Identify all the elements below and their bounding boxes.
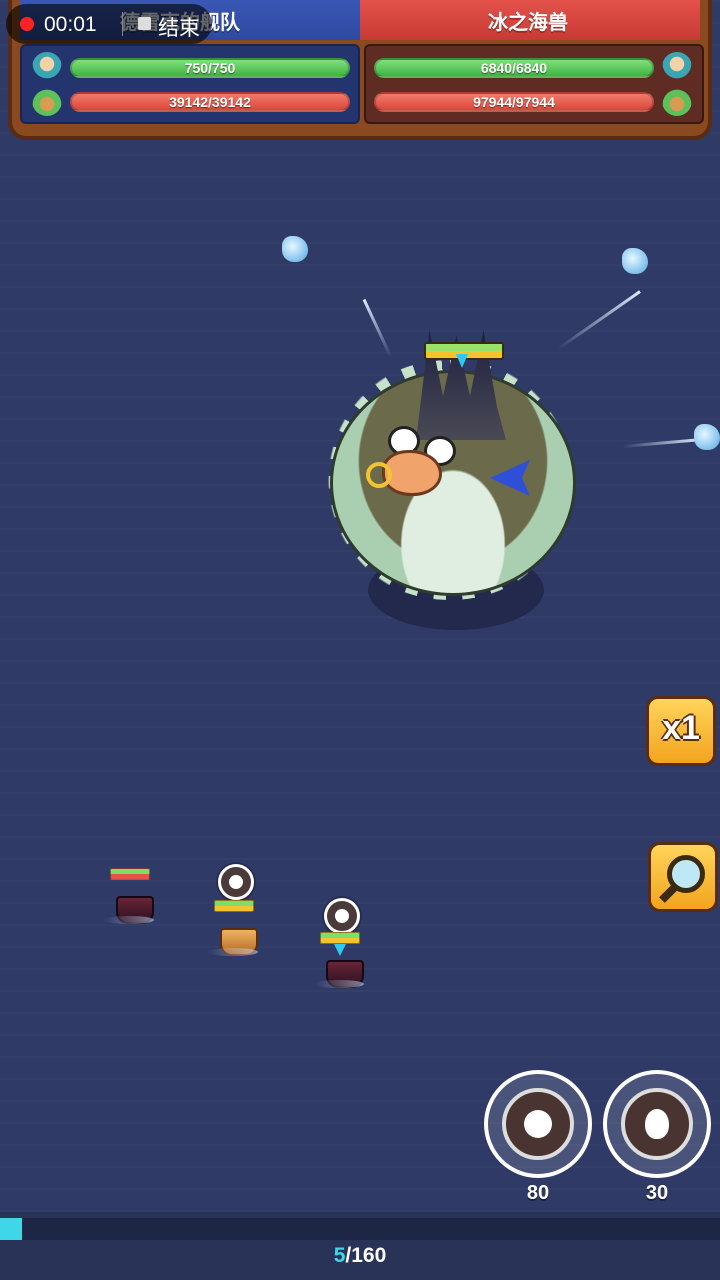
screen-recording-pill[interactable]: 00:01 结束 (6, 4, 212, 44)
fish-skill-cost: 80 (526, 1182, 550, 1204)
right-team-panel: 6840/6840 97944/97944 (364, 44, 704, 124)
stop-icon[interactable] (138, 17, 151, 30)
player-ship[interactable] (104, 868, 154, 926)
divider (122, 12, 123, 36)
wave-counter: 5/160 (0, 1244, 720, 1268)
speed-label: x1 (662, 709, 700, 747)
egg-skill-button[interactable] (603, 1070, 711, 1178)
speed-toggle-button[interactable]: x1 (646, 696, 716, 766)
ice-shard-icon (282, 236, 308, 262)
fish-skill-button[interactable] (484, 1070, 592, 1178)
wave-progress-area: 5/160 (0, 1212, 720, 1280)
record-dot-icon (20, 17, 34, 31)
left-team-panel: 750/750 39142/39142 (20, 44, 360, 124)
egg-skill-cost: 30 (645, 1182, 669, 1204)
ship-icon (662, 86, 692, 116)
wave-total: /160 (345, 1244, 387, 1267)
wave-progress-track (0, 1218, 720, 1240)
left-crew-hp-text: 750/750 (184, 60, 236, 76)
ship-skill-icon (324, 898, 360, 934)
right-crew-hp-text: 6840/6840 (480, 60, 548, 76)
ship-wake (208, 948, 258, 956)
right-crew-hp-bar: 6840/6840 (374, 58, 654, 78)
ship-wake (104, 916, 154, 924)
wave-progress-fill (0, 1218, 23, 1240)
ice-shard-icon (694, 424, 720, 450)
monster-nose-ring (366, 462, 392, 488)
ship-hp-bar (214, 900, 254, 912)
egg-skill-icon (645, 1109, 669, 1139)
left-ship-hp-bar: 39142/39142 (70, 92, 350, 112)
player-ship[interactable] (314, 932, 364, 990)
ship-hp-bar (320, 932, 360, 944)
ship-icon (32, 86, 62, 116)
end-recording-button[interactable]: 结束 (158, 12, 200, 42)
ship-skill-icon (218, 864, 254, 900)
magnifier-button[interactable] (648, 842, 718, 912)
wave-current: 5 (333, 1244, 346, 1267)
sailor-icon (32, 52, 62, 82)
sea-battlefield (0, 0, 720, 1280)
ice-shard-icon (622, 248, 648, 274)
right-team-title-bar: 冰之海兽 (360, 0, 700, 40)
right-ship-hp-text: 97944/97944 (473, 94, 555, 110)
sailor-icon (662, 52, 692, 82)
ship-hp-bar (110, 868, 150, 880)
left-ship-hp-text: 39142/39142 (169, 94, 251, 110)
player-ship[interactable] (208, 900, 258, 958)
recording-time: 00:01 (44, 13, 97, 36)
fish-skill-icon (524, 1110, 552, 1138)
right-ship-hp-bar: 97944/97944 (374, 92, 654, 112)
ship-wake (314, 980, 364, 988)
pufferfish-monster[interactable] (320, 330, 580, 630)
left-crew-hp-bar: 750/750 (70, 58, 350, 78)
right-team-name: 冰之海兽 (488, 12, 568, 34)
